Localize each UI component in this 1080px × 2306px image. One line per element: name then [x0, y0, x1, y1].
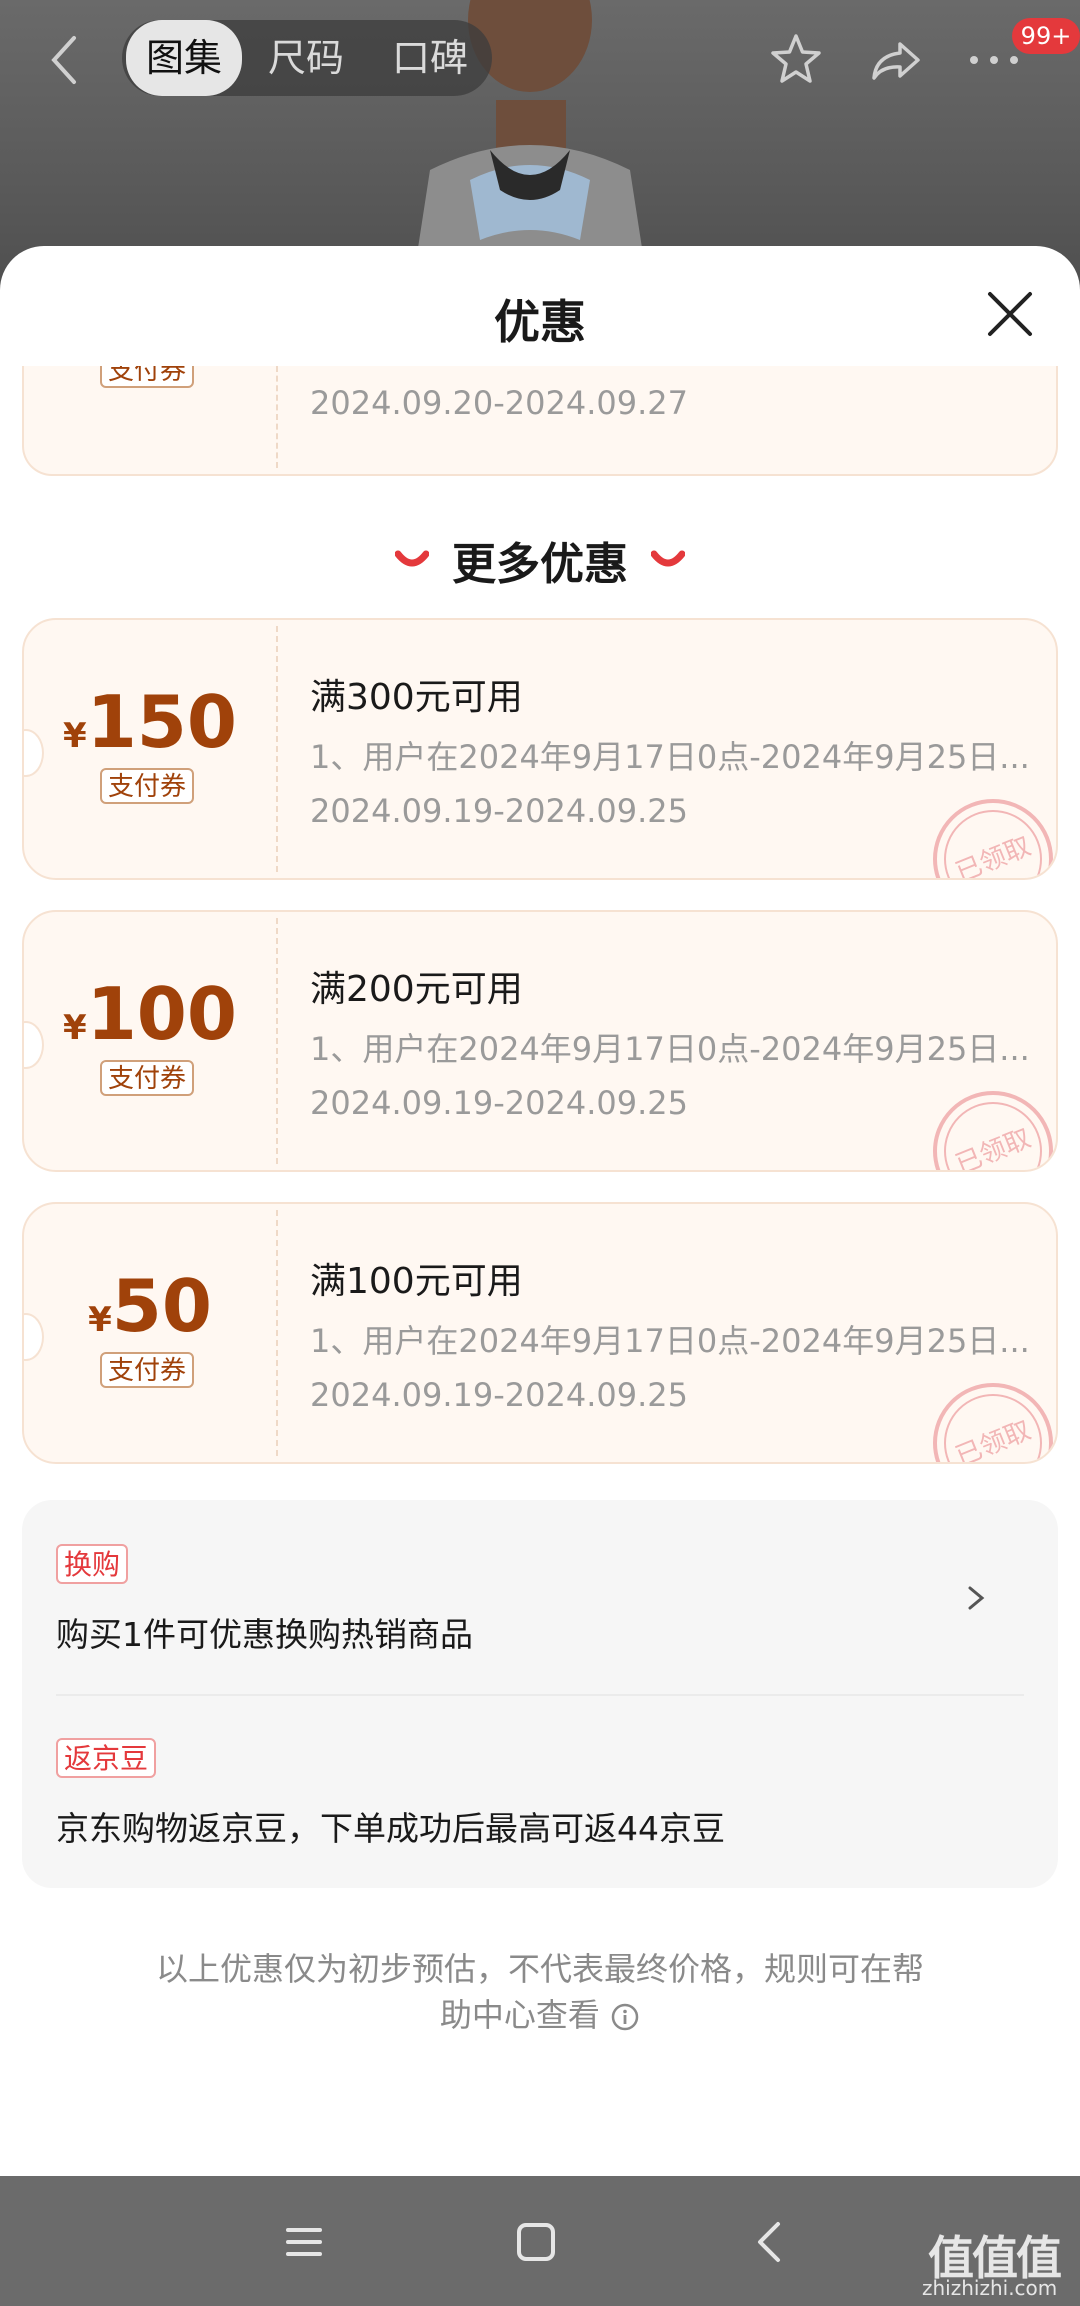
coupon-card[interactable]: ¥150 支付券 满300元可用 1、用户在2024年9月17日0点-2024年… — [22, 618, 1058, 880]
discount-sheet: 优惠 支付券 2024.09.20-2024.09.27 更多优惠 ¥150 支… — [0, 246, 1080, 2176]
coupon-card[interactable]: ¥50 支付券 满100元可用 1、用户在2024年9月17日0点-2024年9… — [22, 1202, 1058, 1464]
tab-gallery[interactable]: 图集 — [126, 20, 242, 96]
received-stamp-icon: 已领取 — [933, 1383, 1053, 1464]
system-nav-bar — [0, 2176, 1080, 2306]
watermark-url: zhizhizhi.com — [922, 2276, 1058, 2300]
divider — [56, 1694, 1024, 1696]
promotions-panel: 换购 购买1件可优惠换购热销商品 返京豆 京东购物返京豆，下单成功后最高可返44… — [22, 1500, 1058, 1888]
notification-badge: 99+ — [1012, 18, 1080, 54]
received-stamp-icon: 已领取 — [933, 1091, 1053, 1172]
star-favorite-icon[interactable] — [766, 30, 826, 90]
sheet-title: 优惠 — [494, 295, 586, 349]
coupon-condition: 满200元可用 — [310, 969, 523, 1010]
coupon-card[interactable]: ¥100 支付券 满200元可用 1、用户在2024年9月17日0点-2024年… — [22, 910, 1058, 1172]
info-icon[interactable] — [610, 2002, 640, 2032]
disclaimer-footnote: 以上优惠仅为初步预估，不代表最终价格，规则可在帮 助中心查看 — [120, 1946, 960, 2038]
coupon-amount: ¥100 — [63, 972, 237, 1056]
smile-decoration-icon — [394, 550, 429, 567]
svg-text:已领取: 已领取 — [952, 1415, 1036, 1464]
coupon-date: 2024.09.19-2024.09.25 — [310, 1084, 688, 1122]
coupon-date: 2024.09.19-2024.09.25 — [310, 1376, 688, 1414]
back-arrow-icon[interactable] — [46, 32, 86, 88]
coupon-description: 1、用户在2024年9月17日0点-2024年9月25日... — [310, 738, 1030, 776]
coupon-card-partial: 支付券 2024.09.20-2024.09.27 — [22, 366, 1058, 476]
footnote-line-1: 以上优惠仅为初步预估，不代表最终价格，规则可在帮 — [155, 1950, 924, 1988]
top-nav-bar: 图集 尺码 口碑 99+ — [0, 0, 1080, 120]
tab-size[interactable]: 尺码 — [248, 20, 364, 96]
smile-decoration-icon — [651, 550, 686, 567]
received-stamp-icon: 已领取 — [933, 799, 1053, 880]
coupon-amount: ¥150 — [63, 680, 237, 764]
menu-icon[interactable] — [280, 2218, 328, 2266]
home-icon[interactable] — [512, 2218, 560, 2266]
coupon-type-tag: 支付券 — [100, 366, 195, 388]
coupon-date: 2024.09.20-2024.09.27 — [310, 384, 688, 422]
close-icon[interactable] — [984, 288, 1036, 340]
chevron-right-icon[interactable] — [966, 1584, 986, 1612]
promo-tag: 返京豆 — [56, 1738, 157, 1778]
tab-reviews[interactable]: 口碑 — [372, 20, 488, 96]
back-icon[interactable] — [746, 2218, 794, 2266]
coupon-amount: ¥50 — [88, 1264, 212, 1348]
coupon-description: 1、用户在2024年9月17日0点-2024年9月25日... — [310, 1030, 1030, 1068]
coupon-type-tag: 支付券 — [100, 1060, 195, 1096]
more-discounts-title: 更多优惠 — [452, 539, 628, 590]
svg-text:已领取: 已领取 — [952, 831, 1036, 880]
coupon-condition: 满300元可用 — [310, 677, 523, 718]
coupon-condition: 满100元可用 — [310, 1261, 523, 1302]
promo-text: 购买1件可优惠换购热销商品 — [56, 1615, 473, 1654]
promo-tag: 换购 — [56, 1544, 129, 1584]
share-icon[interactable] — [866, 30, 926, 90]
coupon-date: 2024.09.19-2024.09.25 — [310, 792, 688, 830]
more-discounts-header: 更多优惠 — [0, 528, 1080, 592]
promo-text: 京东购物返京豆，下单成功后最高可返44京豆 — [56, 1809, 725, 1848]
svg-text:已领取: 已领取 — [952, 1123, 1036, 1172]
coupon-type-tag: 支付券 — [100, 1352, 195, 1388]
coupon-type-tag: 支付券 — [100, 768, 195, 804]
footnote-line-2: 助中心查看 — [120, 1992, 960, 2038]
coupon-description: 1、用户在2024年9月17日0点-2024年9月25日... — [310, 1322, 1030, 1360]
